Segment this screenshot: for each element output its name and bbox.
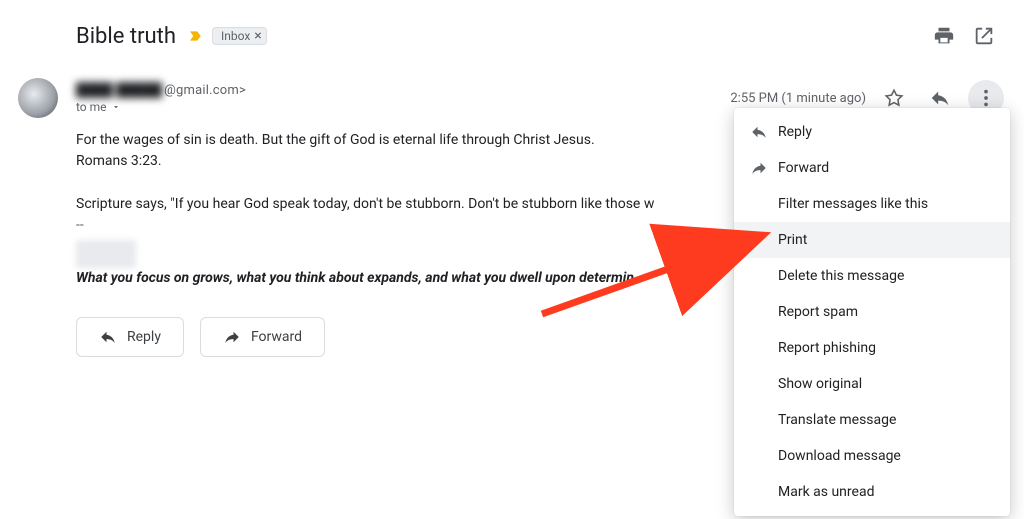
- recipient-line[interactable]: to me: [76, 100, 246, 114]
- menu-item-label: Report spam: [778, 304, 858, 320]
- sender-name: ████ █████: [76, 82, 162, 98]
- forward-arrow-icon: [223, 328, 241, 346]
- forward-button-label: Forward: [251, 329, 302, 345]
- menu-item-label: Show original: [778, 376, 862, 392]
- menu-item-delete[interactable]: Delete this message: [734, 258, 1010, 294]
- reply-arrow-icon: [750, 123, 778, 141]
- menu-item-show-original[interactable]: Show original: [734, 366, 1010, 402]
- print-icon[interactable]: [924, 16, 964, 56]
- menu-item-label: Download message: [778, 448, 901, 464]
- label-chip-inbox[interactable]: Inbox ×: [212, 27, 267, 45]
- reply-button[interactable]: Reply: [76, 317, 184, 357]
- sender-email: @gmail.com>: [164, 83, 246, 98]
- open-in-new-icon[interactable]: [964, 16, 1004, 56]
- menu-item-forward[interactable]: Forward: [734, 150, 1010, 186]
- menu-item-label: Translate message: [778, 412, 896, 428]
- menu-item-label: Forward: [778, 160, 829, 176]
- subject-title: Bible truth: [76, 24, 176, 49]
- reply-arrow-icon: [99, 328, 117, 346]
- menu-item-print[interactable]: Print: [734, 222, 1010, 258]
- message-header: Bible truth Inbox ×: [0, 0, 1024, 68]
- menu-item-translate[interactable]: Translate message: [734, 402, 1010, 438]
- menu-item-report-spam[interactable]: Report spam: [734, 294, 1010, 330]
- label-important-icon[interactable]: [188, 28, 204, 44]
- menu-item-label: Mark as unread: [778, 484, 874, 500]
- menu-item-filter[interactable]: Filter messages like this: [734, 186, 1010, 222]
- reply-button-label: Reply: [127, 329, 161, 345]
- more-options-menu: Reply Forward Filter messages like this …: [734, 108, 1010, 516]
- chevron-down-icon[interactable]: [111, 102, 121, 112]
- menu-item-reply[interactable]: Reply: [734, 114, 1010, 150]
- label-chip-text: Inbox: [221, 29, 250, 43]
- menu-item-report-phishing[interactable]: Report phishing: [734, 330, 1010, 366]
- menu-item-label: Print: [778, 232, 807, 248]
- menu-item-label: Reply: [778, 124, 812, 140]
- sender-line: ████ █████ @gmail.com>: [76, 82, 246, 98]
- forward-arrow-icon: [750, 159, 778, 177]
- menu-item-mark-unread[interactable]: Mark as unread: [734, 474, 1010, 510]
- to-label: to me: [76, 100, 107, 114]
- menu-item-label: Filter messages like this: [778, 196, 928, 212]
- menu-item-label: Report phishing: [778, 340, 876, 356]
- timestamp: 2:55 PM (1 minute ago): [730, 91, 866, 106]
- signature-masked: [76, 240, 136, 268]
- forward-button[interactable]: Forward: [200, 317, 325, 357]
- close-icon[interactable]: ×: [254, 29, 261, 43]
- menu-item-label: Delete this message: [778, 268, 904, 284]
- sender-avatar[interactable]: [18, 78, 58, 118]
- menu-item-download[interactable]: Download message: [734, 438, 1010, 474]
